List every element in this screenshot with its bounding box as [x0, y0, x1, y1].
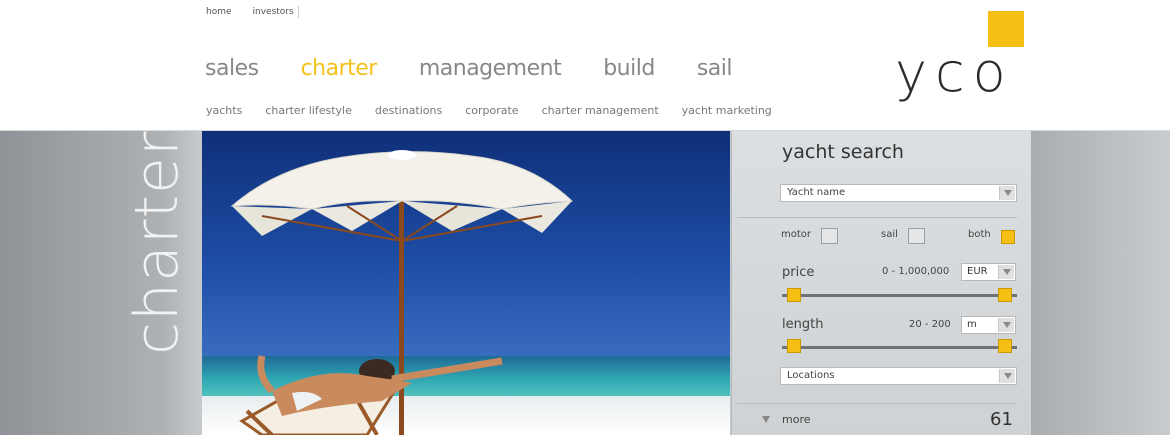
- triangle-down-icon: [762, 416, 770, 423]
- type-both-checkbox[interactable]: [1001, 230, 1015, 244]
- price-currency-value: EUR: [967, 266, 988, 277]
- locations-select[interactable]: Locations: [780, 367, 1017, 385]
- length-slider-max-handle[interactable]: [998, 339, 1012, 353]
- length-unit-select[interactable]: m: [961, 316, 1016, 334]
- panel-title: yacht search: [782, 141, 904, 163]
- util-link-investors[interactable]: investors: [253, 7, 294, 17]
- price-slider-min-handle[interactable]: [787, 288, 801, 302]
- logo-text: yco: [895, 41, 1014, 104]
- section-title: charter: [122, 130, 192, 355]
- type-motor-checkbox[interactable]: [821, 228, 838, 244]
- price-range-value: 0 - 1,000,000: [882, 266, 950, 277]
- sub-nav: yachts charter lifestyle destinations co…: [206, 104, 795, 117]
- price-currency-select[interactable]: EUR: [961, 263, 1016, 281]
- chevron-down-icon[interactable]: [998, 265, 1014, 279]
- hero-image: [202, 131, 730, 435]
- site-logo[interactable]: yco: [895, 11, 1025, 121]
- main-nav-sail[interactable]: sail: [697, 56, 733, 81]
- chevron-down-icon[interactable]: [999, 369, 1015, 383]
- utility-nav: home investors: [206, 6, 299, 18]
- sub-nav-yacht-marketing[interactable]: yacht marketing: [682, 104, 772, 117]
- sub-nav-charter-lifestyle[interactable]: charter lifestyle: [265, 104, 352, 117]
- main-nav-sales[interactable]: sales: [205, 56, 259, 81]
- sub-nav-destinations[interactable]: destinations: [375, 104, 442, 117]
- sub-nav-yachts[interactable]: yachts: [206, 104, 242, 117]
- length-slider-track[interactable]: [782, 346, 1017, 349]
- content-band-right: [1031, 131, 1170, 435]
- length-unit-value: m: [967, 319, 977, 330]
- type-both-label: both: [968, 229, 991, 240]
- length-range-value: 20 - 200: [909, 319, 951, 330]
- sub-nav-charter-management[interactable]: charter management: [542, 104, 659, 117]
- main-nav-charter[interactable]: charter: [301, 56, 378, 81]
- main-nav-management[interactable]: management: [419, 56, 562, 81]
- type-sail-label: sail: [881, 229, 898, 240]
- price-label: price: [782, 265, 815, 280]
- yacht-name-value: Yacht name: [787, 187, 846, 198]
- price-slider-track[interactable]: [782, 294, 1017, 297]
- panel-divider: [737, 403, 1017, 404]
- more-label: more: [782, 413, 811, 426]
- main-nav-build[interactable]: build: [603, 56, 655, 81]
- result-count: 61: [990, 409, 1013, 430]
- util-divider: [297, 6, 299, 18]
- yacht-search-panel: yacht search Yacht name motor sail both …: [731, 131, 1031, 435]
- more-toggle[interactable]: more: [762, 413, 811, 426]
- yacht-name-select[interactable]: Yacht name: [780, 184, 1017, 202]
- site-header: home investors sales charter management …: [0, 0, 1170, 131]
- sub-nav-corporate[interactable]: corporate: [465, 104, 518, 117]
- main-nav: sales charter management build sail: [205, 56, 774, 81]
- type-motor-label: motor: [781, 229, 812, 240]
- type-sail-checkbox[interactable]: [908, 228, 925, 244]
- length-label: length: [782, 317, 824, 332]
- beach-umbrella-illustration: [230, 150, 574, 435]
- panel-divider: [737, 217, 1017, 218]
- chevron-down-icon[interactable]: [998, 318, 1014, 332]
- locations-value: Locations: [787, 370, 835, 381]
- length-slider-min-handle[interactable]: [787, 339, 801, 353]
- util-link-home[interactable]: home: [206, 7, 232, 17]
- chevron-down-icon[interactable]: [999, 186, 1015, 200]
- price-slider-max-handle[interactable]: [998, 288, 1012, 302]
